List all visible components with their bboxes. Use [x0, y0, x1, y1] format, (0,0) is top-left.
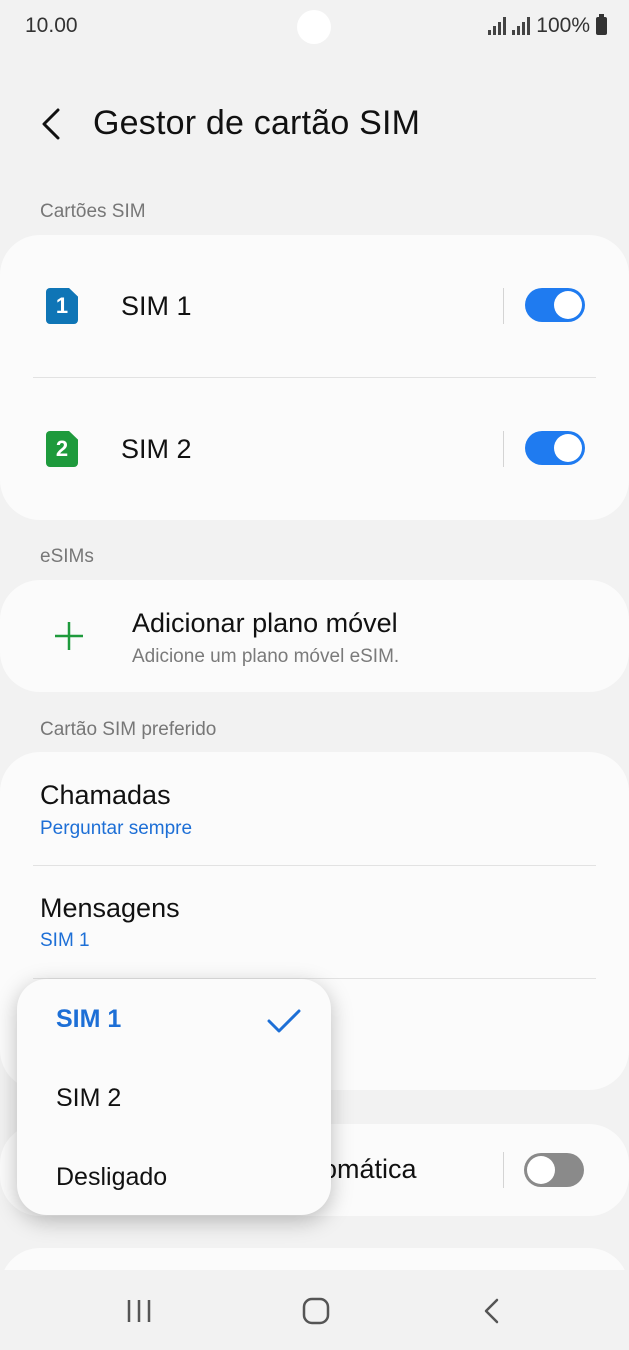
status-bar: 10.00 100%	[0, 0, 629, 56]
sim-row-1[interactable]: 1 SIM 1	[0, 235, 629, 375]
add-esim-subtitle: Adicione um plano móvel eSIM.	[132, 646, 400, 667]
sim-1-toggle[interactable]	[525, 288, 585, 322]
auto-switch-toggle[interactable]	[524, 1153, 584, 1187]
nav-back-button[interactable]	[467, 1294, 517, 1330]
popup-option-sim1[interactable]: SIM 1	[56, 1005, 121, 1034]
recents-button[interactable]	[115, 1294, 165, 1330]
messages-title: Mensagens	[40, 893, 180, 923]
toggle-knob	[554, 434, 582, 462]
toggle-knob	[527, 1156, 555, 1184]
divider-vertical	[503, 431, 504, 467]
messages-row[interactable]: Mensagens SIM 1	[0, 866, 629, 978]
battery-percent: 100%	[536, 14, 590, 37]
signal-icon	[512, 17, 531, 35]
sim-2-toggle[interactable]	[525, 431, 585, 465]
calls-title: Chamadas	[40, 780, 171, 810]
calls-row[interactable]: Chamadas Perguntar sempre	[0, 752, 629, 865]
back-button[interactable]	[36, 104, 72, 144]
sim-row-2[interactable]: 2 SIM 2	[0, 378, 629, 518]
popup-option-off[interactable]: Desligado	[56, 1163, 167, 1192]
status-time: 10.00	[25, 14, 78, 37]
recents-icon	[127, 1300, 151, 1322]
page-title: Gestor de cartão SIM	[93, 104, 421, 142]
sim-select-popup: SIM 1 SIM 2 Desligado	[17, 979, 331, 1215]
check-icon	[267, 1009, 301, 1033]
nav-back-icon	[484, 1298, 499, 1324]
calls-value: Perguntar sempre	[40, 818, 193, 839]
signal-icon	[488, 17, 507, 35]
divider-vertical	[503, 288, 504, 324]
status-icons: 100%	[488, 14, 607, 38]
divider-vertical	[503, 1152, 504, 1188]
popup-option-sim2[interactable]: SIM 2	[56, 1084, 121, 1113]
sim-cards-card: 1 SIM 1 2 SIM 2	[0, 235, 629, 520]
toggle-knob	[554, 291, 582, 319]
add-esim-title: Adicionar plano móvel	[132, 608, 398, 638]
section-label-preferred: Cartão SIM preferido	[40, 719, 217, 740]
sim-1-icon: 1	[46, 288, 78, 324]
home-button[interactable]	[291, 1294, 341, 1330]
battery-icon	[596, 14, 607, 35]
plus-icon	[55, 622, 83, 650]
camera-cutout	[297, 10, 331, 44]
section-label-esims: eSIMs	[40, 546, 94, 567]
auto-switch-label: omática	[322, 1154, 417, 1184]
back-icon	[42, 108, 60, 140]
messages-value: SIM 1	[40, 930, 90, 951]
sim-2-icon: 2	[46, 431, 78, 467]
section-label-sim-cards: Cartões SIM	[40, 201, 146, 222]
home-icon	[302, 1297, 330, 1325]
add-esim-row[interactable]: Adicionar plano móvel Adicione um plano …	[0, 580, 629, 692]
sim-1-label: SIM 1	[121, 291, 192, 321]
navigation-bar	[0, 1270, 629, 1350]
sim-2-label: SIM 2	[121, 434, 192, 464]
